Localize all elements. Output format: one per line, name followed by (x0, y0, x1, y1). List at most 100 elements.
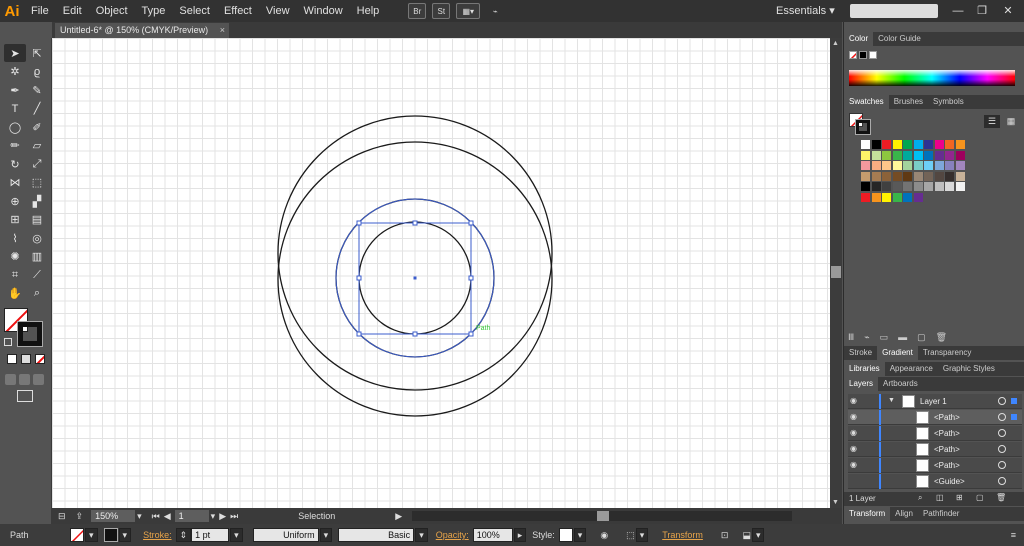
document-tab[interactable]: Untitled-6* @ 150% (CMYK/Preview) × (55, 23, 229, 38)
shape-builder-tool-icon[interactable]: ⊕ (4, 192, 26, 210)
column-graph-tool-icon[interactable]: ▥ (26, 248, 48, 266)
variable-width-profile[interactable]: Uniform (252, 528, 319, 542)
stroke-weight-dropdown[interactable]: ▾ (230, 528, 243, 542)
color-swatch[interactable] (934, 161, 944, 170)
color-swatch[interactable] (924, 140, 933, 149)
tab-symbols[interactable]: Symbols (928, 95, 969, 109)
none-color-chip[interactable] (849, 51, 857, 59)
color-swatch[interactable] (892, 161, 902, 170)
eyedropper-tool-icon[interactable]: ⌇ (4, 229, 26, 247)
menu-help[interactable]: Help (350, 0, 387, 22)
color-swatch[interactable] (882, 171, 891, 181)
color-swatch[interactable] (913, 192, 923, 202)
isolate-dropdown[interactable]: ▾ (751, 528, 765, 542)
profile-dropdown[interactable]: ▾ (319, 528, 333, 542)
vertical-scrollbar[interactable]: ▲ ▼ (830, 38, 842, 508)
scale-tool-icon[interactable]: ⤢ (26, 155, 48, 173)
opacity-label[interactable]: Opacity: (436, 530, 469, 540)
tab-swatches[interactable]: Swatches (844, 95, 889, 109)
prev-artboard-icon[interactable]: ◀ (164, 511, 171, 522)
transform-label[interactable]: Transform (662, 530, 703, 540)
align-dropdown[interactable]: ▾ (635, 528, 649, 542)
color-swatch[interactable] (945, 182, 954, 191)
color-spectrum[interactable] (849, 70, 1015, 86)
color-swatch[interactable] (955, 182, 965, 191)
color-swatch[interactable] (861, 171, 870, 181)
paintbrush-tool-icon[interactable]: ✐ (26, 118, 48, 136)
color-swatch[interactable] (882, 182, 891, 191)
color-swatch[interactable] (924, 182, 933, 191)
color-swatch[interactable] (955, 161, 965, 170)
perspective-grid-tool-icon[interactable]: ▞ (26, 192, 48, 210)
layer-item-path[interactable]: ◉ <Path> (848, 442, 1022, 457)
arrange-documents-icon[interactable]: ▦▾ (456, 3, 481, 19)
brush-definition[interactable]: Basic (338, 528, 415, 542)
slice-tool-icon[interactable]: ⟋ (26, 266, 48, 284)
color-swatch[interactable] (903, 140, 912, 149)
artboard-number-field[interactable]: 1 (174, 510, 209, 522)
color-swatch[interactable] (892, 192, 902, 202)
visibility-eye-icon[interactable]: ◉ (850, 429, 860, 437)
color-swatch[interactable] (913, 140, 923, 149)
direct-selection-tool-icon[interactable]: ⇱ (26, 44, 48, 62)
tab-artboards[interactable]: Artboards (878, 377, 923, 391)
tab-transparency[interactable]: Transparency (918, 346, 977, 360)
selection-indicator[interactable] (1011, 414, 1017, 420)
color-swatch[interactable] (955, 150, 965, 160)
color-swatch[interactable] (924, 171, 933, 181)
fill-control[interactable] (70, 528, 84, 542)
gradient-mode[interactable] (21, 354, 31, 364)
stroke-dropdown[interactable]: ▾ (118, 528, 132, 542)
swatch-libraries-icon[interactable]: Ⅲ (848, 332, 854, 343)
zoom-field[interactable]: 150% (91, 510, 136, 522)
tab-align[interactable]: Align (890, 507, 918, 521)
lasso-tool-icon[interactable]: ϱ (26, 63, 48, 81)
scrollbar-thumb[interactable] (831, 266, 841, 278)
grid-view-icon[interactable]: ▦ (1004, 115, 1018, 128)
symbol-sprayer-tool-icon[interactable]: ✺ (4, 248, 26, 266)
tab-transform[interactable]: Transform (844, 507, 891, 521)
type-tool-icon[interactable]: T (4, 100, 26, 118)
tab-libraries[interactable]: Libraries (844, 362, 885, 376)
list-view-icon[interactable]: ☰ (984, 115, 1000, 128)
color-swatch[interactable] (892, 182, 902, 191)
color-swatch[interactable] (861, 150, 870, 160)
tab-brushes[interactable]: Brushes (889, 95, 928, 109)
align-to-icon[interactable]: ⬚ (626, 530, 635, 541)
layer-item-path[interactable]: ◉ <Path> (848, 426, 1022, 441)
new-sublayer-icon[interactable]: ⊞ (956, 493, 963, 502)
color-swatch[interactable] (882, 192, 891, 202)
next-artboard-icon[interactable]: ▶ (219, 511, 226, 522)
artboard-navigator-icon[interactable]: ⊟ (58, 511, 66, 522)
selection-tool-icon[interactable]: ➤ (4, 44, 26, 62)
color-swatch[interactable] (945, 150, 954, 160)
color-swatch[interactable] (924, 161, 933, 170)
color-swatch[interactable] (861, 161, 870, 170)
stroke-weight-field[interactable]: 1 pt (191, 528, 230, 542)
menu-view[interactable]: View (259, 0, 297, 22)
color-swatch[interactable] (892, 140, 902, 149)
control-menu-icon[interactable]: ≡ (1011, 530, 1016, 540)
width-tool-icon[interactable]: ⋈ (4, 174, 26, 192)
pencil-tool-icon[interactable]: ✏ (4, 137, 26, 155)
color-swatch[interactable] (945, 171, 954, 181)
layer-item-layer[interactable]: ◉ ▼ Layer 1 (848, 394, 1022, 409)
tab-color-guide[interactable]: Color Guide (873, 32, 926, 46)
share-icon[interactable]: ⇪ (76, 511, 84, 522)
color-swatch[interactable] (871, 171, 881, 181)
stroke-swatch[interactable] (17, 321, 43, 347)
visibility-eye-icon[interactable]: ◉ (850, 397, 860, 405)
new-layer-icon[interactable]: ▢ (976, 493, 984, 502)
workspace-switcher[interactable]: Essentials ▾ (776, 4, 835, 17)
menu-window[interactable]: Window (297, 0, 350, 22)
tab-stroke[interactable]: Stroke (844, 346, 877, 360)
target-circle-icon[interactable] (998, 445, 1006, 453)
zoom-tool-icon[interactable]: ⌕ (26, 285, 48, 303)
color-swatch[interactable] (955, 140, 965, 149)
gradient-tool-icon[interactable]: ▤ (26, 211, 48, 229)
color-swatch[interactable] (934, 182, 944, 191)
new-swatch-icon[interactable]: ▢ (917, 332, 926, 343)
swatch-kinds-icon[interactable]: ⌁ (864, 332, 869, 343)
color-swatch[interactable] (913, 171, 923, 181)
color-swatch[interactable] (882, 140, 891, 149)
